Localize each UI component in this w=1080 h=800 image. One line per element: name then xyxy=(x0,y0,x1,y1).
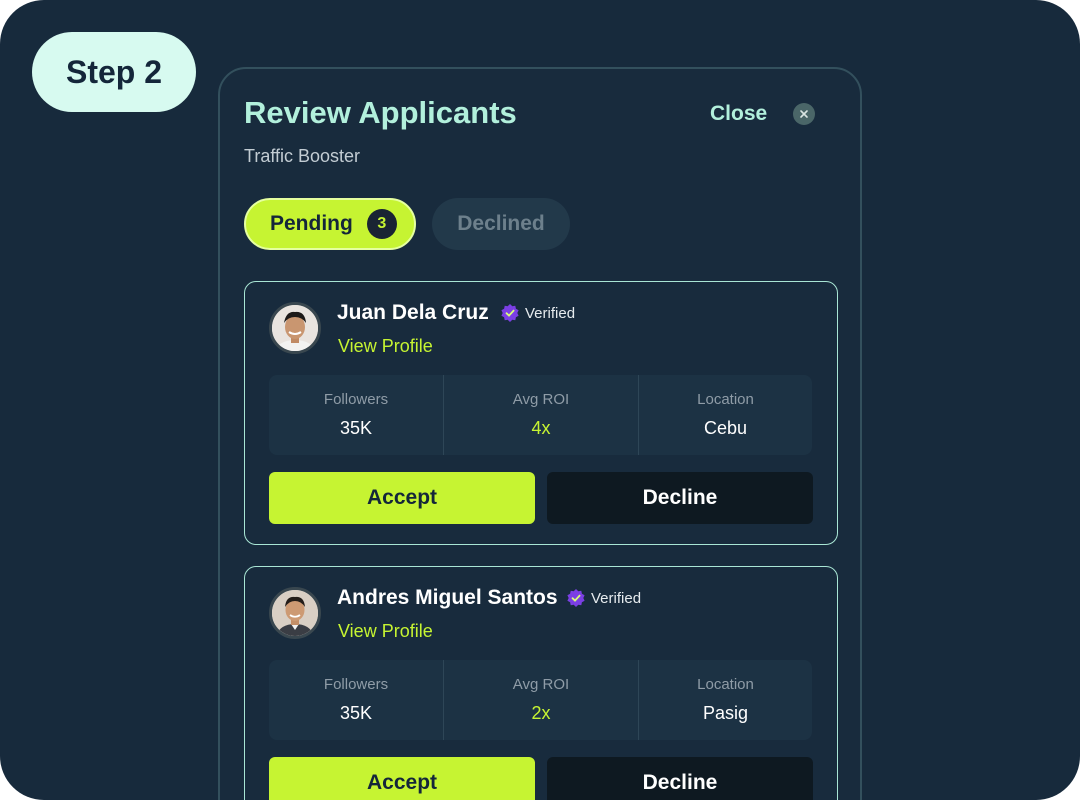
avatar xyxy=(269,302,321,354)
accept-button[interactable]: Accept xyxy=(269,472,535,524)
applicant-stats: Followers 35K Avg ROI 4x Location Cebu xyxy=(269,375,812,455)
verified-label: Verified xyxy=(591,589,642,607)
applicant-name: Juan Dela Cruz xyxy=(337,301,489,324)
stat-value: Pasig xyxy=(702,703,749,723)
view-profile-link[interactable]: View Profile xyxy=(338,621,433,642)
close-button[interactable]: Close xyxy=(710,99,816,129)
app-frame: Step 2 Review Applicants Traffic Booster… xyxy=(0,0,1080,800)
tab-declined[interactable]: Declined xyxy=(432,198,570,250)
stat-value: 35K xyxy=(339,418,373,438)
applicant-card: Juan Dela Cruz Verified View Profile Fol… xyxy=(244,281,838,545)
verified-badge-icon xyxy=(567,589,585,607)
applicant-name: Andres Miguel Santos xyxy=(337,586,558,609)
tab-pending-label: Pending xyxy=(270,212,353,235)
stat-value: 35K xyxy=(339,703,373,723)
campaign-name: Traffic Booster xyxy=(244,146,361,166)
tab-pending[interactable]: Pending 3 xyxy=(244,198,416,250)
stat-location: Location Pasig xyxy=(638,660,812,740)
review-applicants-panel: Review Applicants Traffic Booster Close … xyxy=(218,67,862,800)
stat-location: Location Cebu xyxy=(638,375,812,455)
step-label: Step 2 xyxy=(65,53,163,90)
decline-button[interactable]: Decline xyxy=(547,472,813,524)
accept-button[interactable]: Accept xyxy=(269,757,535,800)
verified-badge: Verified xyxy=(566,588,641,608)
stat-avg-roi: Avg ROI 4x xyxy=(443,375,638,455)
stat-value: Cebu xyxy=(703,418,748,438)
stat-label: Avg ROI xyxy=(512,676,570,693)
applicant-card: Andres Miguel Santos Verified View Profi… xyxy=(244,566,838,800)
stat-label: Location xyxy=(697,676,754,693)
applicant-stats: Followers 35K Avg ROI 2x Location Pasig xyxy=(269,660,812,740)
stat-followers: Followers 35K xyxy=(269,660,443,740)
stat-label: Followers xyxy=(323,676,389,693)
tab-declined-label: Declined xyxy=(457,212,545,235)
stat-label: Followers xyxy=(323,391,389,408)
verified-badge-icon xyxy=(501,304,519,322)
step-badge: Step 2 xyxy=(32,32,196,112)
stat-avg-roi: Avg ROI 2x xyxy=(443,660,638,740)
stat-value: 2x xyxy=(531,703,551,723)
verified-badge: Verified xyxy=(500,303,575,323)
panel-title: Review Applicants xyxy=(244,95,517,130)
decline-button[interactable]: Decline xyxy=(547,757,813,800)
view-profile-link[interactable]: View Profile xyxy=(338,336,433,357)
pending-count-badge: 3 xyxy=(366,209,397,239)
stat-followers: Followers 35K xyxy=(269,375,443,455)
stat-label: Avg ROI xyxy=(512,391,570,408)
stat-value: 4x xyxy=(531,418,551,438)
status-tabs: Pending 3 Declined xyxy=(244,198,570,250)
stat-label: Location xyxy=(697,391,754,408)
avatar xyxy=(269,587,321,639)
verified-label: Verified xyxy=(525,304,576,322)
close-label: Close xyxy=(710,102,768,125)
close-icon[interactable] xyxy=(793,103,816,125)
